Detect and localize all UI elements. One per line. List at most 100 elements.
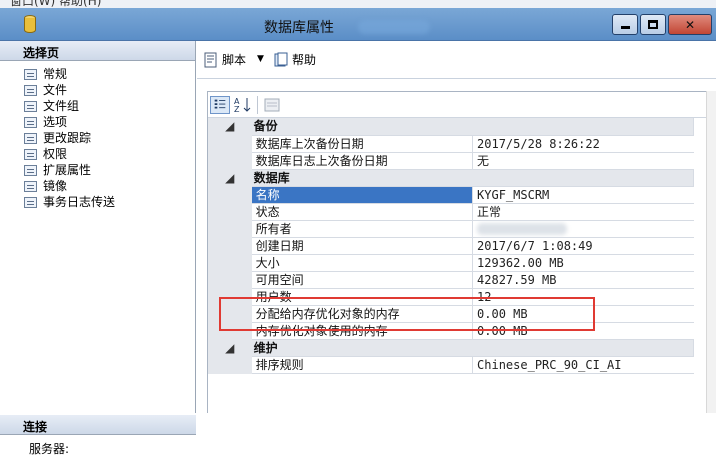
property-row[interactable]: 数据库上次备份日期 2017/5/28 8:26:22 <box>208 135 694 153</box>
category-row[interactable]: ◢ 数据库 <box>208 169 694 187</box>
database-icon <box>24 15 36 33</box>
property-name: 数据库上次备份日期 <box>251 135 474 153</box>
page-item[interactable]: 扩展属性 <box>0 162 195 178</box>
property-row[interactable]: 分配给内存优化对象的内存 0.00 MB <box>208 305 694 323</box>
row-gutter <box>208 356 252 374</box>
property-name: 名称 <box>251 186 474 204</box>
page-icon <box>24 85 37 96</box>
script-button[interactable]: 脚本 <box>203 51 246 68</box>
page-item[interactable]: 文件组 <box>0 98 195 114</box>
page-list: 常规 文件 文件组 选项 更改跟踪 权限 扩展属性 镜像 事务日志传送 <box>0 61 195 210</box>
category-row[interactable]: ◢ 备份 <box>208 118 694 136</box>
collapse-icon[interactable]: ◢ <box>208 339 252 357</box>
property-name: 状态 <box>251 203 474 221</box>
property-name: 分配给内存优化对象的内存 <box>251 305 474 323</box>
page-item[interactable]: 事务日志传送 <box>0 194 195 210</box>
redacted-value <box>477 223 568 235</box>
close-button[interactable]: ✕ <box>668 14 712 35</box>
property-name: 可用空间 <box>251 271 474 289</box>
property-value[interactable] <box>472 220 694 238</box>
help-label: 帮助 <box>292 53 317 67</box>
page-item[interactable]: 镜像 <box>0 178 195 194</box>
server-label: 服务器: <box>29 442 70 456</box>
property-value[interactable]: KYGF_MSCRM <box>472 186 694 204</box>
property-name: 排序规则 <box>251 356 474 374</box>
sort-az-icon[interactable]: A Z <box>233 96 253 114</box>
row-gutter <box>208 186 252 204</box>
page-item[interactable]: 文件 <box>0 82 195 98</box>
toolbar: 脚本 ▼ 帮助 <box>197 41 716 79</box>
property-value[interactable]: 0.00 MB <box>472 322 694 340</box>
property-value[interactable]: 正常 <box>472 203 694 221</box>
property-row[interactable]: 创建日期 2017/6/7 1:08:49 <box>208 237 694 255</box>
script-label: 脚本 <box>222 53 247 67</box>
property-value[interactable]: 12 <box>472 288 694 306</box>
page-icon <box>24 149 37 160</box>
row-gutter <box>208 288 252 306</box>
page-item[interactable]: 选项 <box>0 114 195 130</box>
maximize-button[interactable] <box>640 14 666 35</box>
grid-toolbar: A Z <box>208 92 715 118</box>
minimize-icon <box>620 26 630 29</box>
vertical-scrollbar[interactable] <box>706 91 716 413</box>
window-title: 数据库属性 <box>264 20 334 36</box>
page-item-label: 事务日志传送 <box>43 195 116 209</box>
property-name: 内存优化对象使用的内存 <box>251 322 474 340</box>
property-value[interactable]: 2017/5/28 8:26:22 <box>472 135 694 153</box>
property-row[interactable]: 用户数 12 <box>208 288 694 306</box>
connection-section: 连接 服务器: <box>0 415 196 456</box>
property-row[interactable]: 内存优化对象使用的内存 0.00 MB <box>208 322 694 340</box>
right-pane: 脚本 ▼ 帮助 A Z ◢ 备份 数据库上次备份日期 2017/5/28 8:2… <box>197 41 716 413</box>
property-value[interactable]: 42827.59 MB <box>472 271 694 289</box>
property-row[interactable]: 大小 129362.00 MB <box>208 254 694 272</box>
property-name: 所有者 <box>251 220 474 238</box>
property-value[interactable]: 无 <box>472 152 694 170</box>
property-name: 创建日期 <box>251 237 474 255</box>
maximize-icon <box>648 20 658 29</box>
row-gutter <box>208 271 252 289</box>
menu-strip-text: 窗口(W) 帮助(H) <box>10 0 102 8</box>
page-icon <box>24 117 37 128</box>
help-button[interactable]: 帮助 <box>273 51 316 68</box>
redacted-title-part <box>358 20 430 34</box>
row-gutter <box>208 322 252 340</box>
page-icon <box>24 181 37 192</box>
row-gutter <box>208 203 252 221</box>
property-row[interactable]: 排序规则 Chinese_PRC_90_CI_AI <box>208 356 694 374</box>
script-icon <box>204 52 217 67</box>
property-value[interactable]: 0.00 MB <box>472 305 694 323</box>
property-row[interactable]: 所有者 <box>208 220 694 238</box>
select-page-header: 选择页 <box>0 41 195 61</box>
property-name: 数据库日志上次备份日期 <box>251 152 474 170</box>
page-item[interactable]: 更改跟踪 <box>0 130 195 146</box>
property-value[interactable]: 129362.00 MB <box>472 254 694 272</box>
property-name: 大小 <box>251 254 474 272</box>
menu-strip: 窗口(W) 帮助(H) <box>0 0 716 8</box>
page-icon <box>24 133 37 144</box>
svg-text:Z: Z <box>234 105 240 114</box>
property-row[interactable]: 数据库日志上次备份日期无 <box>208 152 694 170</box>
property-row[interactable]: 可用空间 42827.59 MB <box>208 271 694 289</box>
row-gutter <box>208 135 252 153</box>
minimize-button[interactable] <box>612 14 638 35</box>
category-label: 维护 <box>251 339 694 357</box>
collapse-icon[interactable]: ◢ <box>208 169 252 187</box>
property-value[interactable]: Chinese_PRC_90_CI_AI <box>472 356 694 374</box>
title-bar: 数据库属性 ✕ <box>0 8 716 41</box>
property-pages-icon[interactable] <box>262 96 282 114</box>
row-gutter <box>208 254 252 272</box>
row-gutter <box>208 237 252 255</box>
category-row[interactable]: ◢ 维护 <box>208 339 694 357</box>
categorized-icon[interactable] <box>210 96 230 114</box>
page-icon <box>24 69 37 80</box>
page-item[interactable]: 常规 <box>0 66 195 82</box>
property-row[interactable]: 状态 正常 <box>208 203 694 221</box>
collapse-icon[interactable]: ◢ <box>208 118 252 136</box>
page-icon <box>24 165 37 176</box>
page-item[interactable]: 权限 <box>0 146 195 162</box>
property-value[interactable]: 2017/6/7 1:08:49 <box>472 237 694 255</box>
property-row[interactable]: 名称 KYGF_MSCRM <box>208 186 694 204</box>
row-gutter <box>208 152 252 170</box>
page-icon <box>24 197 37 208</box>
chevron-down-icon[interactable]: ▼ <box>257 54 264 64</box>
